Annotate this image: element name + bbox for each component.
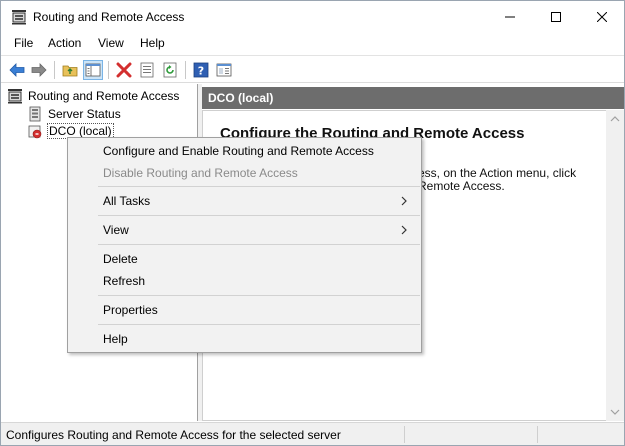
properties-button[interactable]	[138, 61, 156, 79]
properties-icon	[140, 62, 154, 78]
menu-separator	[98, 244, 420, 245]
menu-item-label: View	[103, 223, 129, 237]
routing-app-icon	[12, 10, 26, 25]
minimize-button[interactable]	[487, 1, 533, 33]
chevron-up-icon	[610, 116, 620, 122]
chevron-down-icon	[610, 409, 620, 415]
tree-item-root[interactable]: Routing and Remote Access	[7, 87, 179, 105]
menu-item-configure-enable[interactable]: Configure and Enable Routing and Remote …	[69, 140, 420, 162]
menu-item-label: Disable Routing and Remote Access	[103, 166, 298, 180]
scroll-down-button[interactable]	[606, 403, 624, 421]
back-icon	[9, 63, 25, 77]
menu-item-label: All Tasks	[103, 194, 151, 208]
server-stopped-icon	[28, 125, 42, 139]
menu-action[interactable]: Action	[48, 36, 81, 50]
menu-item-refresh[interactable]: Refresh	[69, 270, 420, 292]
menu-bar: File Action View Help	[1, 33, 624, 54]
menu-item-label: Refresh	[103, 274, 146, 288]
menu-separator	[98, 295, 420, 296]
toolbar-separator	[108, 61, 109, 79]
menu-separator	[98, 186, 420, 187]
tree-item-label: Routing and Remote Access	[28, 89, 180, 103]
back-button[interactable]	[8, 61, 26, 79]
console-view-icon	[216, 63, 232, 77]
chevron-right-icon	[401, 225, 407, 235]
menu-item-disable: Disable Routing and Remote Access	[69, 162, 420, 184]
console-view-button[interactable]	[215, 61, 233, 79]
tree-item-label: Server Status	[48, 107, 121, 121]
minimize-icon	[505, 16, 515, 18]
refresh-icon	[163, 62, 177, 78]
delete-icon	[116, 62, 132, 78]
menu-file[interactable]: File	[14, 36, 33, 50]
menu-item-view[interactable]: View	[69, 219, 420, 241]
help-icon: ?	[193, 62, 209, 78]
menu-item-label: Properties	[103, 303, 158, 317]
refresh-button[interactable]	[161, 61, 179, 79]
routing-app-icon	[8, 89, 22, 104]
forward-icon	[31, 63, 47, 77]
toolbar-separator	[185, 61, 186, 79]
menu-item-properties[interactable]: Properties	[69, 299, 420, 321]
menu-separator	[98, 215, 420, 216]
up-folder-button[interactable]	[61, 61, 79, 79]
menu-item-delete[interactable]: Delete	[69, 248, 420, 270]
close-button[interactable]	[579, 1, 625, 33]
details-header: DCO (local)	[202, 87, 624, 109]
menu-help[interactable]: Help	[140, 36, 165, 50]
tree-item-label: DCO (local)	[47, 123, 114, 139]
status-bar: Configures Routing and Remote Access for…	[1, 422, 624, 445]
app-window: Routing and Remote Access File Action Vi…	[0, 0, 625, 446]
menu-item-help[interactable]: Help	[69, 328, 420, 350]
vertical-scrollbar[interactable]	[606, 110, 624, 421]
show-hide-tree-icon	[85, 63, 101, 77]
svg-text:?: ?	[198, 65, 204, 78]
menu-view[interactable]: View	[98, 36, 124, 50]
status-cell	[537, 426, 538, 443]
context-menu: Configure and Enable Routing and Remote …	[67, 137, 422, 353]
title-bar[interactable]: Routing and Remote Access	[1, 1, 624, 33]
menu-item-all-tasks[interactable]: All Tasks	[69, 190, 420, 212]
up-folder-icon	[62, 65, 78, 77]
tree-item-server-status[interactable]: Server Status	[27, 105, 121, 123]
window-title: Routing and Remote Access	[33, 10, 185, 24]
menu-separator	[98, 324, 420, 325]
forward-button[interactable]	[30, 61, 48, 79]
toolbar-separator	[54, 61, 55, 79]
status-cell	[404, 426, 405, 443]
menu-item-label: Help	[103, 332, 128, 346]
status-text: Configures Routing and Remote Access for…	[6, 428, 341, 442]
menu-item-label: Delete	[103, 252, 138, 266]
toolbar: ?	[1, 55, 624, 83]
menu-item-label: Configure and Enable Routing and Remote …	[103, 144, 374, 158]
close-icon	[597, 12, 607, 22]
delete-button[interactable]	[115, 61, 133, 79]
show-hide-tree-button[interactable]	[83, 60, 103, 80]
maximize-icon	[551, 12, 561, 22]
maximize-button[interactable]	[533, 1, 579, 33]
scroll-up-button[interactable]	[606, 110, 624, 128]
help-button[interactable]: ?	[192, 61, 210, 79]
chevron-right-icon	[401, 196, 407, 206]
server-status-icon	[29, 106, 41, 122]
